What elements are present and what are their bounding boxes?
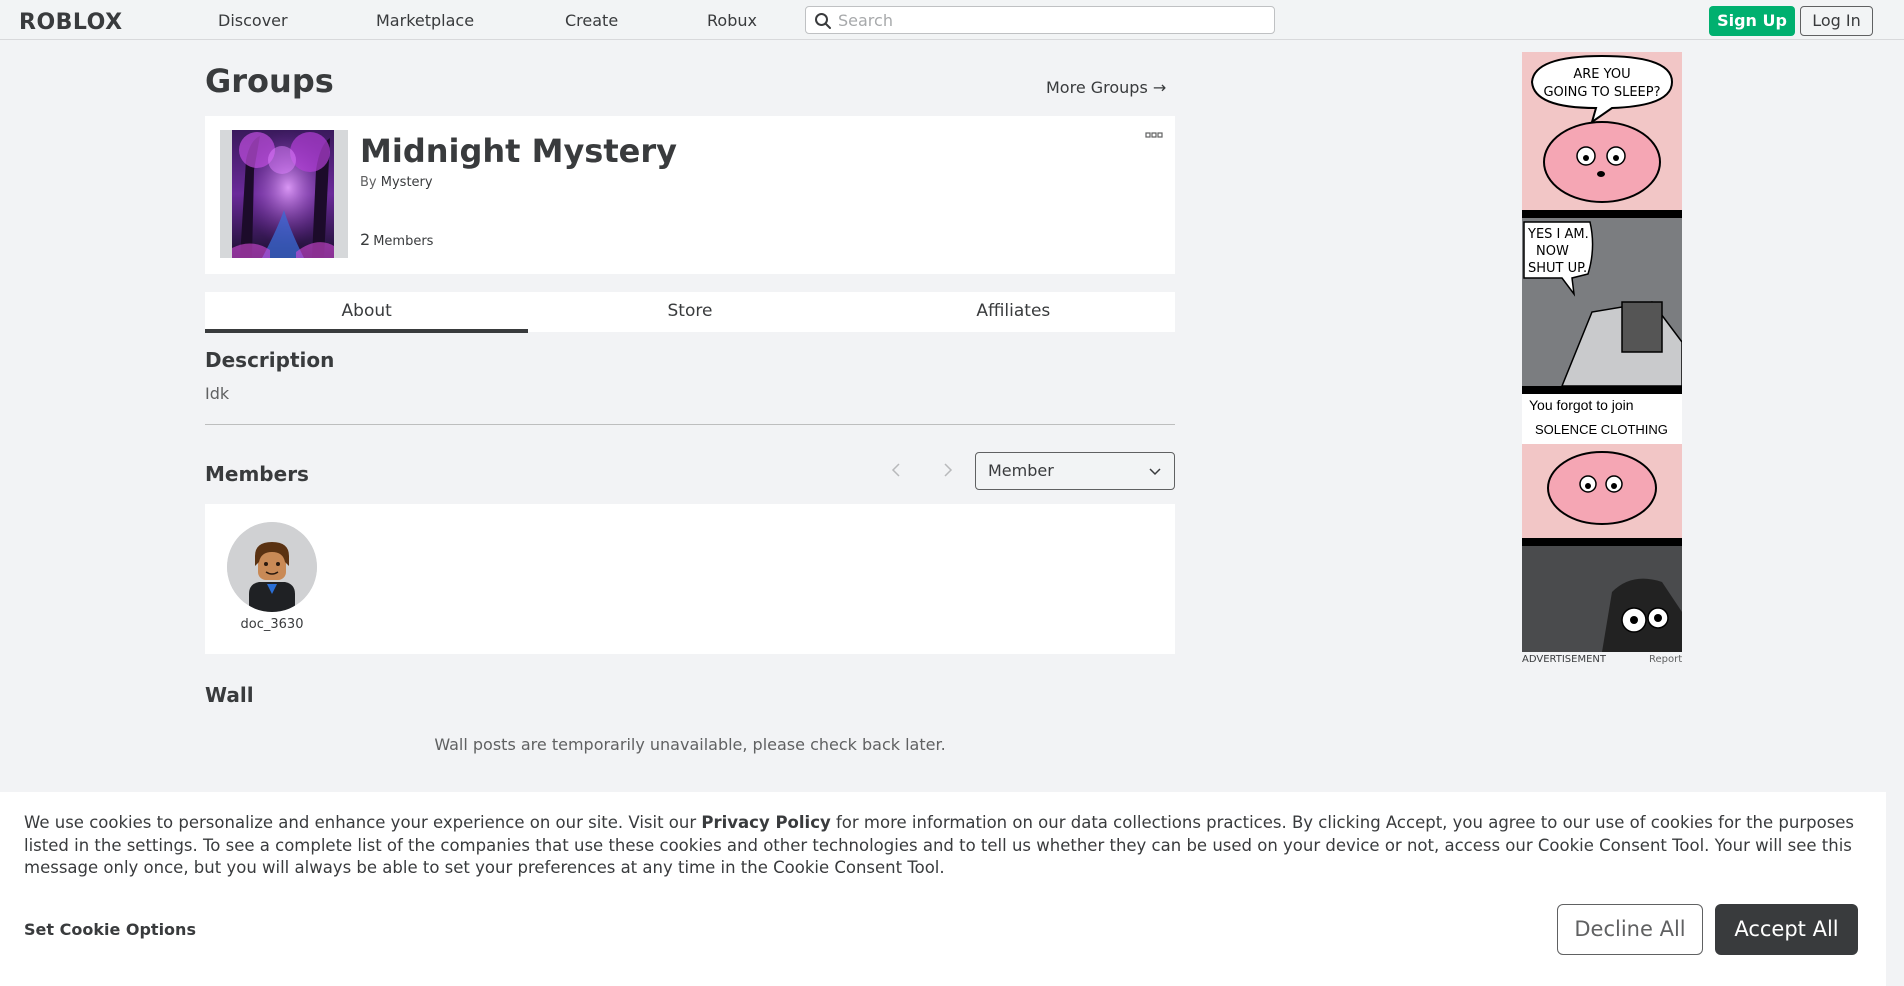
top-navigation: ROBLOX Discover Marketplace Create Robux… bbox=[0, 0, 1904, 40]
nav-marketplace[interactable]: Marketplace bbox=[376, 11, 474, 30]
nav-discover[interactable]: Discover bbox=[218, 11, 288, 30]
ad-panel2-text-1: YES I AM. bbox=[1527, 227, 1589, 242]
member-count-value: 2 bbox=[360, 230, 371, 249]
role-select-value: Member bbox=[988, 461, 1054, 480]
member-card[interactable]: doc_3630 bbox=[227, 522, 317, 632]
ad-panel1-text-1: ARE YOU bbox=[1573, 67, 1630, 82]
section-divider bbox=[205, 424, 1175, 425]
nav-create[interactable]: Create bbox=[565, 11, 618, 30]
by-prefix: By bbox=[360, 175, 377, 190]
ad-panel2-text-3: SHUT UP. bbox=[1528, 261, 1587, 276]
ad-panel3-text-2: SOLENCE CLOTHING bbox=[1535, 422, 1668, 437]
members-heading: Members bbox=[205, 462, 309, 486]
group-name: Midnight Mystery bbox=[360, 132, 677, 170]
description-heading: Description bbox=[205, 348, 335, 372]
set-cookie-options-link[interactable]: Set Cookie Options bbox=[24, 920, 196, 939]
role-select-dropdown[interactable]: Member bbox=[975, 452, 1175, 490]
more-groups-link[interactable]: More Groups → bbox=[1046, 78, 1166, 97]
member-avatar[interactable] bbox=[227, 522, 317, 612]
group-thumbnail bbox=[232, 130, 334, 258]
cookie-consent-banner: We use cookies to personalize and enhanc… bbox=[0, 792, 1886, 986]
group-header-card: Midnight Mystery By Mystery 2 Members bbox=[205, 116, 1175, 274]
member-count: 2 Members bbox=[360, 230, 433, 249]
description-text: Idk bbox=[205, 384, 230, 403]
scrollbar-gutter bbox=[1886, 792, 1904, 986]
members-list: doc_3630 bbox=[205, 504, 1175, 654]
group-owner-line: By Mystery bbox=[360, 175, 433, 190]
ad-panel1-text-2: GOING TO SLEEP? bbox=[1543, 85, 1660, 100]
log-in-button[interactable]: Log In bbox=[1800, 6, 1873, 36]
page-title: Groups bbox=[205, 62, 334, 100]
tab-about[interactable]: About bbox=[205, 292, 529, 333]
privacy-policy-link[interactable]: Privacy Policy bbox=[701, 813, 830, 832]
next-page-icon[interactable] bbox=[940, 460, 956, 480]
sign-up-button[interactable]: Sign Up bbox=[1709, 6, 1795, 36]
cookie-text-before: We use cookies to personalize and enhanc… bbox=[24, 813, 702, 832]
chevron-down-icon bbox=[1149, 468, 1161, 476]
ad-panel3-text-1: You forgot to join bbox=[1529, 397, 1634, 413]
decline-all-button[interactable]: Decline All bbox=[1557, 904, 1703, 955]
nav-robux[interactable]: Robux bbox=[707, 11, 757, 30]
search-icon bbox=[815, 13, 831, 29]
member-name[interactable]: doc_3630 bbox=[227, 617, 317, 632]
advertisement-banner[interactable]: ARE YOU GOING TO SLEEP? YES I AM. NOW SH… bbox=[1522, 52, 1682, 652]
tab-affiliates[interactable]: Affiliates bbox=[852, 292, 1175, 332]
more-options-icon[interactable] bbox=[1145, 132, 1163, 140]
group-owner-link[interactable]: Mystery bbox=[381, 175, 433, 190]
search-input[interactable] bbox=[838, 9, 1258, 31]
cookie-message: We use cookies to personalize and enhanc… bbox=[24, 812, 1874, 880]
ad-panel2-text-2: NOW bbox=[1536, 244, 1569, 259]
search-box[interactable] bbox=[805, 6, 1275, 34]
member-count-label: Members bbox=[373, 234, 434, 249]
tab-store[interactable]: Store bbox=[528, 292, 851, 332]
wall-unavailable-message: Wall posts are temporarily unavailable, … bbox=[434, 735, 946, 754]
wall-heading: Wall bbox=[205, 683, 254, 707]
roblox-logo[interactable]: ROBLOX bbox=[19, 10, 123, 35]
advertisement-label: ADVERTISEMENT bbox=[1522, 654, 1607, 665]
group-tabs: About Store Affiliates bbox=[205, 292, 1175, 333]
previous-page-icon[interactable] bbox=[888, 460, 904, 480]
accept-all-button[interactable]: Accept All bbox=[1715, 904, 1858, 955]
ad-report-link[interactable]: Report bbox=[1649, 654, 1682, 665]
